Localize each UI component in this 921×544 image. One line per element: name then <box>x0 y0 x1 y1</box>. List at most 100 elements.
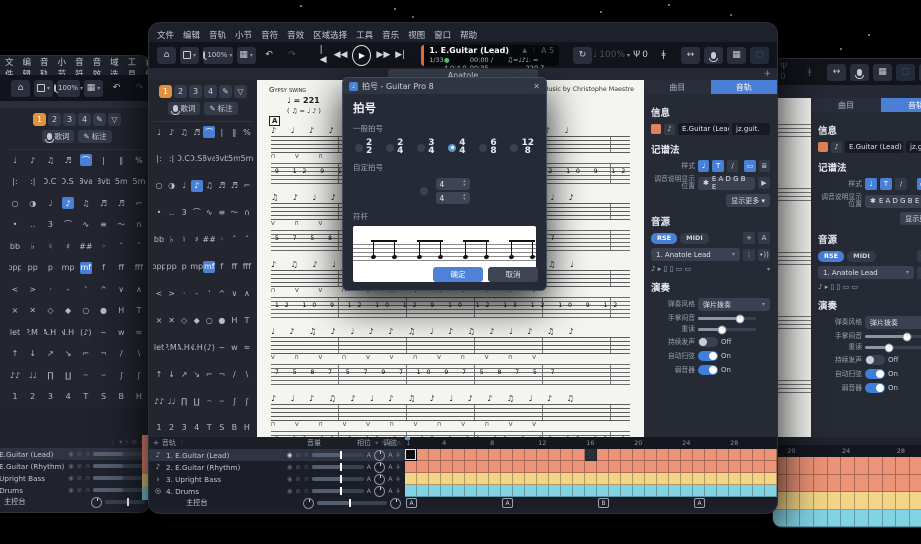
grid-cell[interactable] <box>429 485 441 497</box>
grid-cell[interactable] <box>537 485 549 497</box>
voice-3-button[interactable]: 3 <box>63 113 76 126</box>
palette-symbol[interactable]: ◇ <box>178 314 190 326</box>
grid-cell[interactable] <box>705 473 717 485</box>
grid-cell[interactable] <box>869 457 883 475</box>
grid-cell[interactable] <box>753 449 765 461</box>
palette-symbol[interactable]: ∿ <box>203 207 215 219</box>
palette-symbol[interactable]: ↓ <box>166 368 178 380</box>
palette-symbol[interactable]: > <box>27 283 39 295</box>
grid-cell[interactable] <box>705 449 717 461</box>
grid-cell[interactable] <box>729 485 741 497</box>
palette-symbol[interactable]: - <box>191 287 203 299</box>
grid-cell[interactable] <box>621 461 633 473</box>
palette-symbol[interactable]: f <box>216 261 228 273</box>
tuning-icon[interactable]: ⋕ <box>396 487 401 495</box>
palette-symbol[interactable]: ↑ <box>153 368 165 380</box>
grid-cell[interactable] <box>405 461 417 473</box>
midi-button[interactable]: MIDI <box>847 251 876 262</box>
signature-option-6-8[interactable]: 68 <box>479 140 496 155</box>
grid-cell[interactable] <box>465 461 477 473</box>
palette-symbol[interactable]: ≈ <box>241 341 253 353</box>
palette-symbol[interactable]: ✕ <box>166 314 178 326</box>
orientation-list-button[interactable]: ≣ <box>759 160 770 172</box>
menu-item[interactable]: 帮助 <box>460 29 477 41</box>
track-row[interactable]: ◎4. Drums◉⊘∩ <box>0 484 149 496</box>
palette-symbol[interactable]: ∫ <box>115 369 127 381</box>
palette-symbol[interactable]: 2 <box>166 422 178 434</box>
grid-cell[interactable] <box>597 461 609 473</box>
palette-symbol[interactable]: · <box>44 283 56 295</box>
palette-symbol[interactable]: ⌣ <box>98 369 110 381</box>
menu-item[interactable]: 窗口 <box>434 29 451 41</box>
palette-symbol[interactable]: ♭ <box>166 234 178 246</box>
grid-cell[interactable] <box>453 485 465 497</box>
track-row[interactable]: ♭3. Upright Bass◉⊘∩ <box>0 472 149 484</box>
grid-cell[interactable] <box>645 461 657 473</box>
tuning-button[interactable]: ✱ E A D G B E <box>865 195 921 208</box>
palette-symbol[interactable]: 8va <box>203 153 215 165</box>
palette-symbol[interactable]: A.H. <box>44 326 56 338</box>
grid-cell[interactable] <box>741 485 753 497</box>
menu-item[interactable]: 音符 <box>261 29 278 41</box>
palette-symbol[interactable]: pp <box>166 261 178 273</box>
grid-cell[interactable] <box>441 449 453 461</box>
grid-cell[interactable] <box>477 449 489 461</box>
grid-cell[interactable] <box>537 449 549 461</box>
palette-symbol[interactable]: ⌒ <box>80 154 92 166</box>
grid-cell[interactable] <box>657 449 669 461</box>
palette-symbol[interactable]: 〜 <box>228 207 240 219</box>
signal-chain-icons[interactable]: ♪ ▸ ▯ ▯ ▭ ▭ <box>818 283 858 291</box>
palette-symbol[interactable]: ○ <box>153 180 165 192</box>
grid-cell[interactable] <box>501 461 513 473</box>
notation-system[interactable]: ♪ ♩ ♪ ♫ ♪ ♩ ♪ ♫ ♪ ♩ ♪ ♪ ♫ ♩ ♪ ♫⊓ V ⊓ V V… <box>271 394 630 439</box>
palette-symbol[interactable]: | <box>216 126 228 138</box>
grid-cell[interactable] <box>465 449 477 461</box>
section-marker-A[interactable]: A <box>502 498 513 508</box>
palette-symbol[interactable]: T <box>203 422 215 434</box>
palette-symbol[interactable]: ◇ <box>44 305 56 317</box>
palette-symbol[interactable]: let <box>153 341 165 353</box>
palette-symbol[interactable]: • <box>9 219 21 231</box>
palette-symbol[interactable]: 15mb <box>241 153 253 165</box>
go-end-button[interactable]: ▶| <box>395 50 405 60</box>
grid-cell[interactable] <box>501 485 513 497</box>
mute-device-toggle[interactable] <box>865 383 885 393</box>
pan-knob[interactable] <box>374 474 385 485</box>
grid-cell[interactable] <box>477 473 489 485</box>
mute-icon[interactable]: ⊘ <box>132 438 137 446</box>
palette-symbol[interactable]: ' <box>203 287 215 299</box>
orientation-horizontal-button[interactable]: ▭ <box>744 160 755 172</box>
grid-cell[interactable] <box>693 461 705 473</box>
palette-symbol[interactable]: 15mb <box>133 176 145 188</box>
palette-symbol[interactable]: bb <box>9 240 21 252</box>
grid-cell[interactable] <box>729 449 741 461</box>
palette-symbol[interactable]: > <box>166 287 178 299</box>
palette-symbol[interactable]: pp <box>27 262 39 274</box>
grid-cell[interactable] <box>910 457 921 475</box>
palette-symbol[interactable]: N.H. <box>62 326 74 338</box>
palette-symbol[interactable]: ♫ <box>178 126 190 138</box>
accent-slider[interactable] <box>698 328 756 331</box>
grid-cell[interactable] <box>633 449 645 461</box>
style-standard-button[interactable]: ♩ <box>865 178 877 190</box>
palette-symbol[interactable]: ◑ <box>27 197 39 209</box>
style-slash-button[interactable]: / <box>727 160 738 172</box>
grid-cell[interactable] <box>773 510 787 528</box>
palette-symbol[interactable]: • <box>153 207 165 219</box>
palette-symbol[interactable]: H <box>115 305 127 317</box>
palm-mute-slider[interactable] <box>865 335 921 338</box>
palette-symbol[interactable]: ♩♩ <box>166 395 178 407</box>
cancel-button[interactable]: 取消 <box>488 267 538 282</box>
grid-cell[interactable] <box>910 510 921 528</box>
palette-symbol[interactable]: N.H. <box>191 341 203 353</box>
section-marker-B[interactable]: B <box>598 498 609 508</box>
palette-symbol[interactable]: ● <box>98 305 110 317</box>
palette-symbol[interactable]: ff <box>115 262 127 274</box>
denominator-stepper[interactable]: 4▴▾ <box>436 192 470 204</box>
palette-symbol[interactable]: 1 <box>153 422 165 434</box>
palette-symbol[interactable]: ⌢ <box>80 369 92 381</box>
play-button[interactable]: ▶ <box>352 45 371 66</box>
palette-symbol[interactable]: B <box>228 422 240 434</box>
grid-cell[interactable] <box>669 473 681 485</box>
voice-4-button[interactable]: 4 <box>78 113 91 126</box>
